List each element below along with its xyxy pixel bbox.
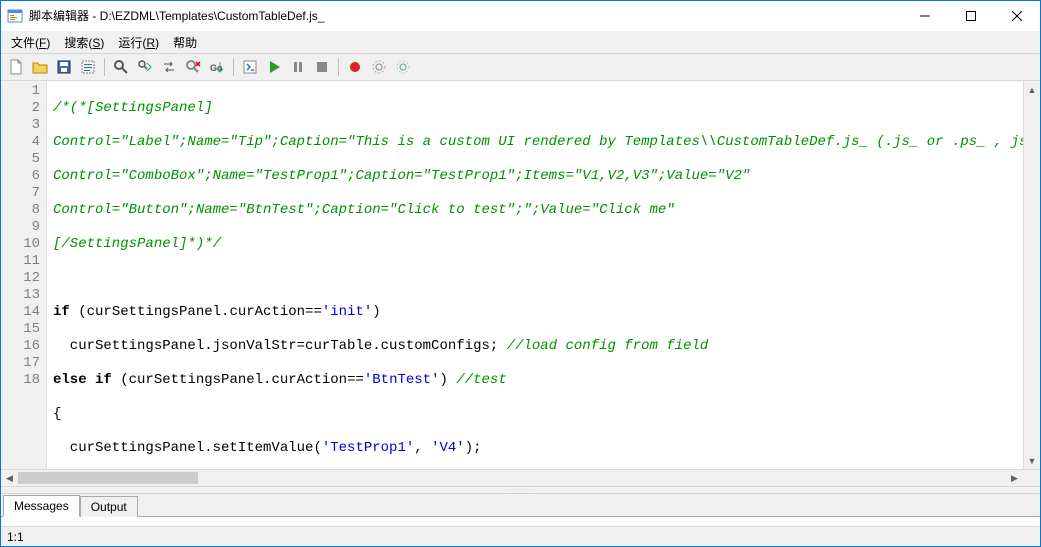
stop-button[interactable] (311, 56, 333, 78)
code-editor[interactable]: /*(*[SettingsPanel] Control="Label";Name… (47, 81, 1023, 469)
scroll-right-icon[interactable]: ▶ (1006, 473, 1023, 484)
toolbar-separator (338, 58, 339, 76)
menu-run[interactable]: 运行(R) (112, 32, 165, 53)
line-gutter: 1 2 3 4 5 6 7 8 9 10 11 12 13 14 15 16 1… (1, 81, 47, 469)
horizontal-splitter[interactable]: ······ (1, 486, 1040, 494)
app-window: 脚本编辑器 - D:\EZDML\Templates\CustomTableDe… (0, 0, 1041, 547)
cursor-position: 1:1 (7, 530, 24, 544)
scroll-down-icon[interactable]: ▼ (1024, 452, 1040, 469)
app-icon (7, 8, 23, 24)
messages-pane (1, 516, 1040, 526)
goto-line-button[interactable]: Go (206, 56, 228, 78)
run-button[interactable] (263, 56, 285, 78)
minimize-button[interactable] (902, 1, 948, 30)
toolbar-separator (104, 58, 105, 76)
titlebar: 脚本编辑器 - D:\EZDML\Templates\CustomTableDe… (1, 1, 1040, 31)
vertical-scrollbar[interactable]: ▲ ▼ (1023, 81, 1040, 469)
editor-area: 1 2 3 4 5 6 7 8 9 10 11 12 13 14 15 16 1… (1, 81, 1040, 486)
find-button[interactable] (110, 56, 132, 78)
settings-button[interactable] (392, 56, 414, 78)
window-controls (902, 1, 1040, 30)
statusbar: 1:1 (1, 526, 1040, 546)
select-all-button[interactable] (77, 56, 99, 78)
menu-file[interactable]: 文件(F) (5, 32, 56, 53)
menubar: 文件(F) 搜索(S) 运行(R) 帮助 (1, 31, 1040, 53)
new-file-button[interactable] (5, 56, 27, 78)
options-button[interactable] (368, 56, 390, 78)
clear-marks-button[interactable] (182, 56, 204, 78)
maximize-button[interactable] (948, 1, 994, 30)
tab-messages[interactable]: Messages (3, 495, 80, 517)
menu-help[interactable]: 帮助 (167, 32, 203, 53)
tab-output[interactable]: Output (80, 496, 138, 517)
breakpoint-button[interactable] (344, 56, 366, 78)
horizontal-scrollbar[interactable]: ◀ ▶ (1, 469, 1040, 486)
save-button[interactable] (53, 56, 75, 78)
close-button[interactable] (994, 1, 1040, 30)
open-file-button[interactable] (29, 56, 51, 78)
scrollbar-thumb[interactable] (18, 472, 198, 484)
scroll-left-icon[interactable]: ◀ (1, 473, 18, 484)
toolbar: Go (1, 53, 1040, 81)
menu-search[interactable]: 搜索(S) (58, 32, 110, 53)
pause-button[interactable] (287, 56, 309, 78)
bottom-panel: Messages Output (1, 494, 1040, 526)
compile-button[interactable] (239, 56, 261, 78)
scrollbar-track[interactable] (18, 470, 1006, 486)
toolbar-separator (233, 58, 234, 76)
bottom-tabs: Messages Output (1, 494, 1040, 516)
window-title: 脚本编辑器 - D:\EZDML\Templates\CustomTableDe… (29, 7, 902, 24)
replace-button[interactable] (158, 56, 180, 78)
scroll-up-icon[interactable]: ▲ (1024, 81, 1040, 98)
find-next-button[interactable] (134, 56, 156, 78)
editor-viewport: 1 2 3 4 5 6 7 8 9 10 11 12 13 14 15 16 1… (1, 81, 1040, 469)
